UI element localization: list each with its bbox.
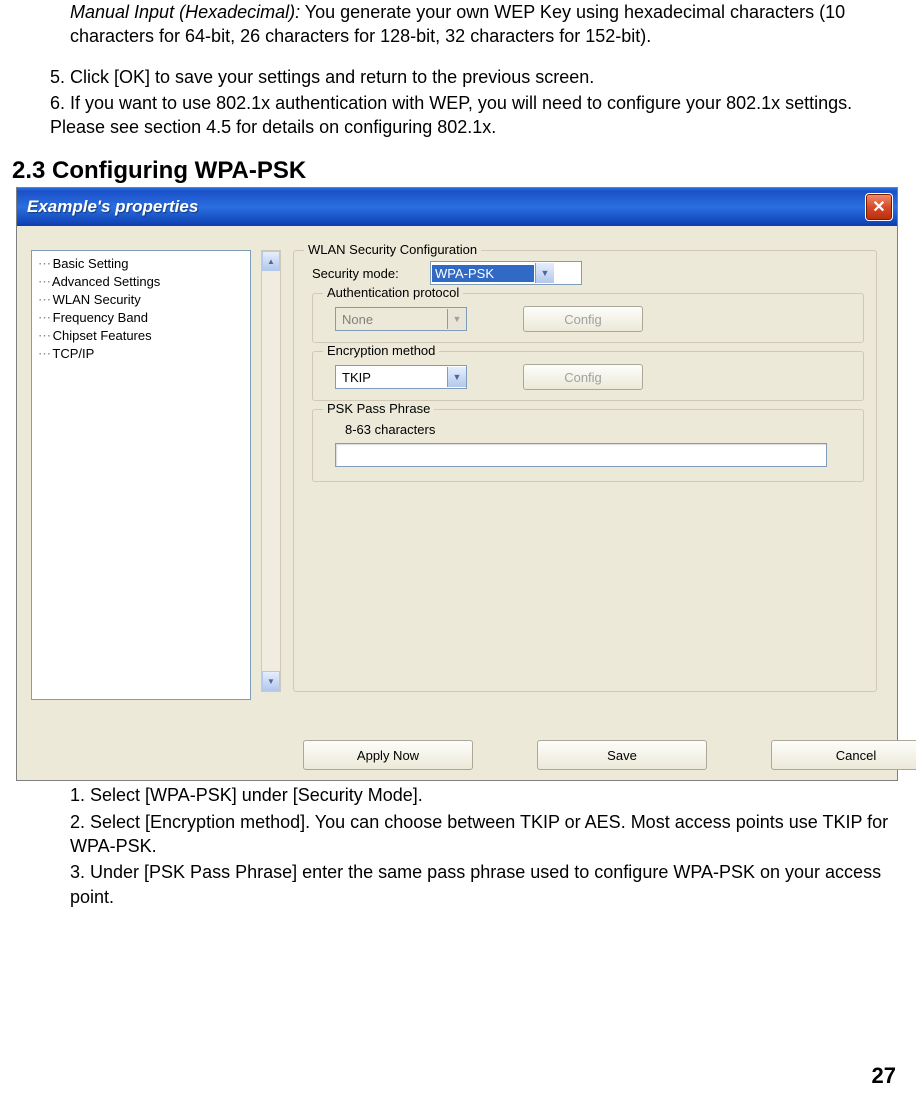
tree-item[interactable]: ⋯ Chipset Features <box>32 327 250 345</box>
auth-protocol-combo: None ▼ <box>335 307 467 331</box>
chevron-down-icon[interactable]: ▼ <box>535 263 554 283</box>
chevron-down-icon[interactable]: ▼ <box>447 367 466 387</box>
bottom-step-3: 3. Under [PSK Pass Phrase] enter the sam… <box>70 860 904 909</box>
encryption-combo[interactable]: TKIP ▼ <box>335 365 467 389</box>
psk-passphrase-input[interactable] <box>335 443 827 467</box>
manual-input-paragraph: Manual Input (Hexadecimal): You generate… <box>70 0 904 49</box>
tree-scrollbar[interactable]: ▲ ▼ <box>261 250 281 692</box>
auth-protocol-value: None <box>336 312 447 327</box>
security-mode-label: Security mode: <box>312 266 422 281</box>
bottom-step-2: 2. Select [Encryption method]. You can c… <box>70 810 904 859</box>
save-button[interactable]: Save <box>537 740 707 770</box>
properties-dialog: Example's properties ✕ ⋯ Basic Setting ⋯… <box>16 187 898 781</box>
step-6: 6. If you want to use 802.1x authenticat… <box>50 91 904 140</box>
psk-group-label: PSK Pass Phrase <box>323 401 434 416</box>
window-title: Example's properties <box>27 197 198 217</box>
auth-config-button: Config <box>523 306 643 332</box>
step-5: 5. Click [OK] to save your settings and … <box>50 65 904 89</box>
encryption-value: TKIP <box>336 370 447 385</box>
settings-tree[interactable]: ⋯ Basic Setting ⋯ Advanced Settings ⋯ WL… <box>31 250 251 700</box>
cancel-button[interactable]: Cancel <box>771 740 916 770</box>
encryption-group-label: Encryption method <box>323 343 439 358</box>
auth-protocol-group-label: Authentication protocol <box>323 285 463 300</box>
enc-config-button: Config <box>523 364 643 390</box>
tree-item[interactable]: ⋯ Advanced Settings <box>32 273 250 291</box>
titlebar: Example's properties ✕ <box>17 188 897 226</box>
security-mode-combo[interactable]: WPA-PSK ▼ <box>430 261 582 285</box>
manual-input-label: Manual Input (Hexadecimal): <box>70 2 300 22</box>
tree-item[interactable]: ⋯ WLAN Security <box>32 291 250 309</box>
bottom-step-1: 1. Select [WPA-PSK] under [Security Mode… <box>70 783 904 807</box>
tree-item[interactable]: ⋯ Basic Setting <box>32 255 250 273</box>
psk-hint: 8-63 characters <box>345 422 851 437</box>
security-mode-value: WPA-PSK <box>432 265 534 282</box>
page-number: 27 <box>872 1063 896 1089</box>
close-button[interactable]: ✕ <box>865 193 893 221</box>
apply-now-button[interactable]: Apply Now <box>303 740 473 770</box>
tree-item[interactable]: ⋯ TCP/IP <box>32 345 250 363</box>
close-icon: ✕ <box>872 197 885 217</box>
chevron-down-icon: ▼ <box>447 309 466 329</box>
scroll-up-icon[interactable]: ▲ <box>262 251 280 271</box>
section-heading: 2.3 Configuring WPA-PSK <box>12 157 904 185</box>
tree-item[interactable]: ⋯ Frequency Band <box>32 309 250 327</box>
wlan-security-group-label: WLAN Security Configuration <box>304 242 481 257</box>
scroll-down-icon[interactable]: ▼ <box>262 671 280 691</box>
